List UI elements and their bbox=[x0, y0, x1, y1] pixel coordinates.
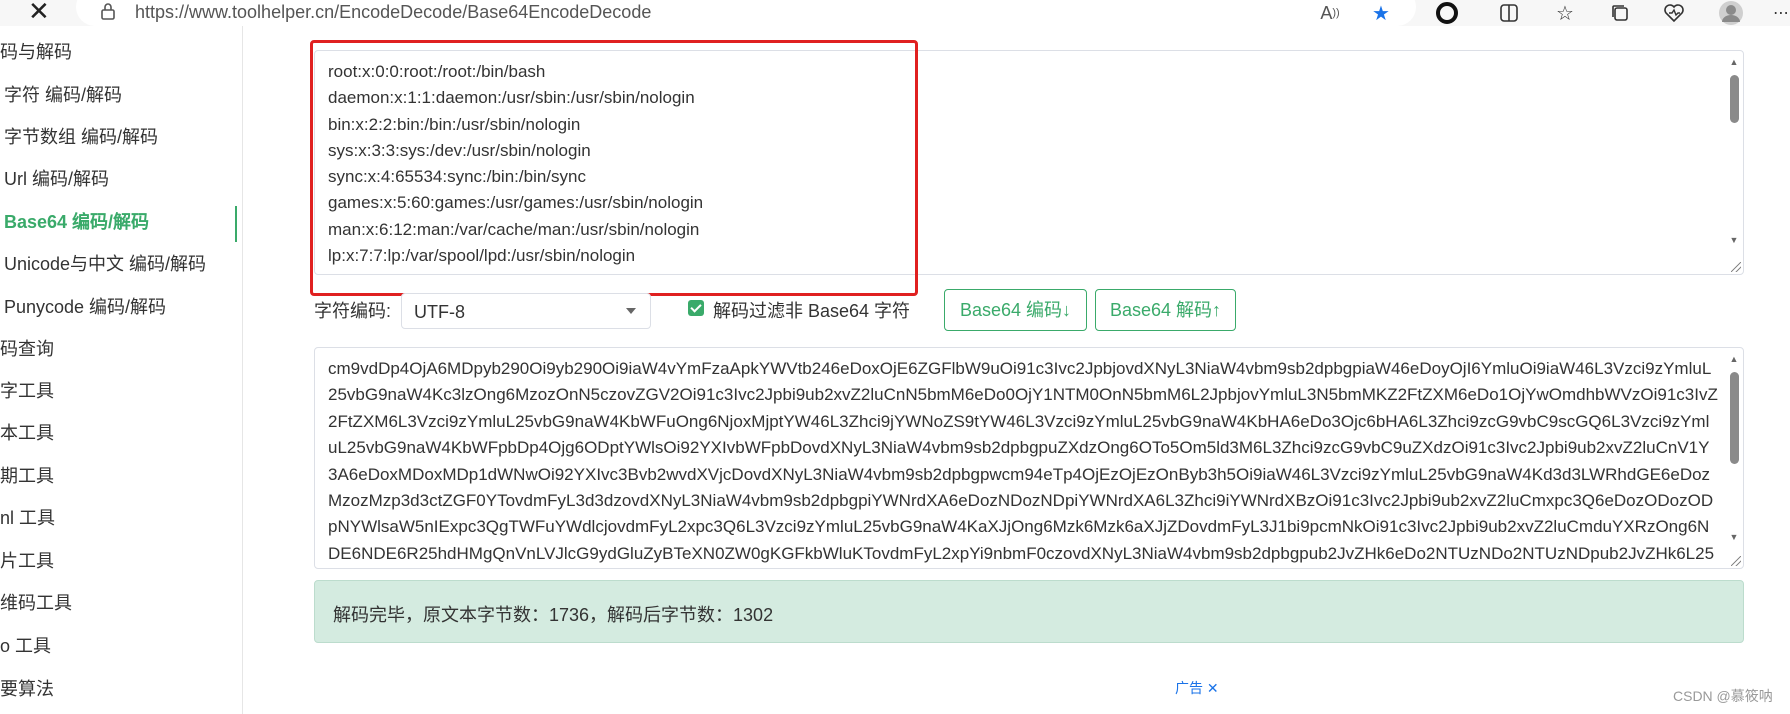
url-text[interactable]: https://www.toolhelper.cn/EncodeDecode/B… bbox=[135, 2, 651, 23]
sidebar-item-string[interactable]: 字符 编码/解码 bbox=[4, 80, 122, 110]
plain-text-line: root:x:0:0:root:/root:/bin/bash bbox=[328, 62, 546, 81]
plain-text-line: daemon:x:1:1:daemon:/usr/sbin:/usr/sbin/… bbox=[328, 88, 695, 108]
base64-encode-button[interactable]: Base64 编码↓ bbox=[944, 289, 1087, 331]
more-icon[interactable]: ⋯ bbox=[1768, 0, 1790, 26]
plain-text-content[interactable]: root:x:0:0:root:/root:/bin/bash daemon:x:… bbox=[328, 59, 704, 274]
sidebar-item-encode-decode[interactable]: 码与解码 bbox=[0, 37, 72, 67]
plain-text-line: lp:x:7:7:lp:/var/spool/lpd:/usr/sbin/nol… bbox=[328, 246, 636, 266]
close-icon[interactable]: ✕ bbox=[1207, 680, 1219, 696]
close-icon[interactable]: ✕ bbox=[28, 0, 52, 24]
sidebar: 码与解码 字符 编码/解码 字节数组 编码/解码 Url 编码/解码 Base6… bbox=[0, 26, 243, 714]
favorite-star-icon[interactable]: ★ bbox=[1368, 0, 1394, 26]
sidebar-item-image-tools[interactable]: 片工具 bbox=[0, 546, 54, 576]
plain-text-line: games:x:5:60:games:/usr/games:/usr/sbin/… bbox=[328, 193, 704, 213]
sidebar-item-byte-array[interactable]: 字节数组 编码/解码 bbox=[4, 122, 158, 152]
profile-avatar-icon[interactable] bbox=[1718, 0, 1744, 26]
sidebar-item-qrcode-tools[interactable]: 维码工具 bbox=[0, 588, 72, 618]
chevron-down-icon bbox=[626, 308, 636, 314]
resize-handle[interactable] bbox=[1731, 556, 1741, 566]
sidebar-item-digest-algorithms[interactable]: 要算法 bbox=[0, 674, 54, 704]
sidebar-item-code-query[interactable]: 码查询 bbox=[0, 334, 54, 364]
plain-text-line: sys:x:3:3:sys:/dev:/usr/sbin/nologin bbox=[328, 140, 591, 160]
active-indicator bbox=[235, 206, 237, 242]
charset-select[interactable]: UTF-8 bbox=[401, 293, 651, 329]
resize-handle[interactable] bbox=[1731, 262, 1741, 272]
plain-text-line: sync:x:4:65534:sync:/bin:/bin/sync bbox=[328, 167, 586, 187]
base64-text-content[interactable]: cm9vdDp4OjA6MDpyb290Oi9yb290Oi9iaW4vYmFz… bbox=[328, 356, 1718, 568]
result-alert: 解码完毕，原文本字节数：1736，解码后字节数：1302 bbox=[314, 580, 1744, 643]
sidebar-item-html-tools[interactable]: nl 工具 bbox=[0, 503, 55, 533]
browser-toolbar: ✕ https://www.toolhelper.cn/EncodeDecode… bbox=[0, 0, 1790, 26]
extension-circle-icon[interactable] bbox=[1434, 0, 1460, 26]
watermark: CSDN @慕筱呐 bbox=[1673, 688, 1773, 704]
filter-checkbox[interactable] bbox=[688, 300, 704, 316]
plain-text-line: mail:x:8:8:mail:/var/mail:/usr/sbin/nolo… bbox=[328, 269, 703, 274]
charset-label: 字符编码: bbox=[314, 301, 392, 321]
split-screen-icon[interactable] bbox=[1496, 0, 1522, 26]
filter-label[interactable]: 解码过滤非 Base64 字符 bbox=[713, 297, 910, 323]
sidebar-item-punycode[interactable]: Punycode 编码/解码 bbox=[4, 292, 166, 322]
lock-icon[interactable] bbox=[100, 2, 116, 20]
sidebar-item-date-tools[interactable]: 期工具 bbox=[0, 461, 54, 491]
sidebar-item-ip-tools[interactable]: o 工具 bbox=[0, 631, 51, 661]
collections-icon[interactable] bbox=[1607, 0, 1633, 26]
plain-text-area[interactable]: root:x:0:0:root:/root:/bin/bash daemon:x:… bbox=[314, 50, 1744, 275]
favorites-list-icon[interactable]: ☆ bbox=[1552, 0, 1578, 26]
sidebar-item-unicode[interactable]: Unicode与中文 编码/解码 bbox=[4, 249, 206, 279]
read-aloud-icon[interactable]: A)) bbox=[1317, 0, 1343, 26]
ad-label[interactable]: 广告 ✕ bbox=[1175, 678, 1219, 698]
base64-scrollbar[interactable]: ▲ ▼ bbox=[1727, 354, 1741, 554]
sidebar-item-text-tools[interactable]: 本工具 bbox=[0, 418, 54, 448]
plain-text-line: bin:x:2:2:bin:/bin:/usr/sbin/nologin bbox=[328, 114, 581, 134]
browser-health-icon[interactable] bbox=[1661, 0, 1687, 26]
base64-decode-button[interactable]: Base64 解码↑ bbox=[1095, 289, 1236, 331]
charset-value: UTF-8 bbox=[414, 302, 465, 322]
sidebar-item-base64[interactable]: Base64 编码/解码 bbox=[4, 207, 149, 237]
sidebar-item-url[interactable]: Url 编码/解码 bbox=[4, 164, 109, 194]
plain-text-scrollbar[interactable]: ▲ ▼ bbox=[1727, 57, 1741, 257]
result-message: 解码完毕，原文本字节数：1736，解码后字节数：1302 bbox=[333, 605, 774, 625]
base64-text-area[interactable]: cm9vdDp4OjA6MDpyb290Oi9yb290Oi9iaW4vYmFz… bbox=[314, 347, 1744, 569]
plain-text-line: man:x:6:12:man:/var/cache/man:/usr/sbin/… bbox=[328, 219, 700, 239]
sidebar-item-number-tools[interactable]: 字工具 bbox=[0, 376, 54, 406]
